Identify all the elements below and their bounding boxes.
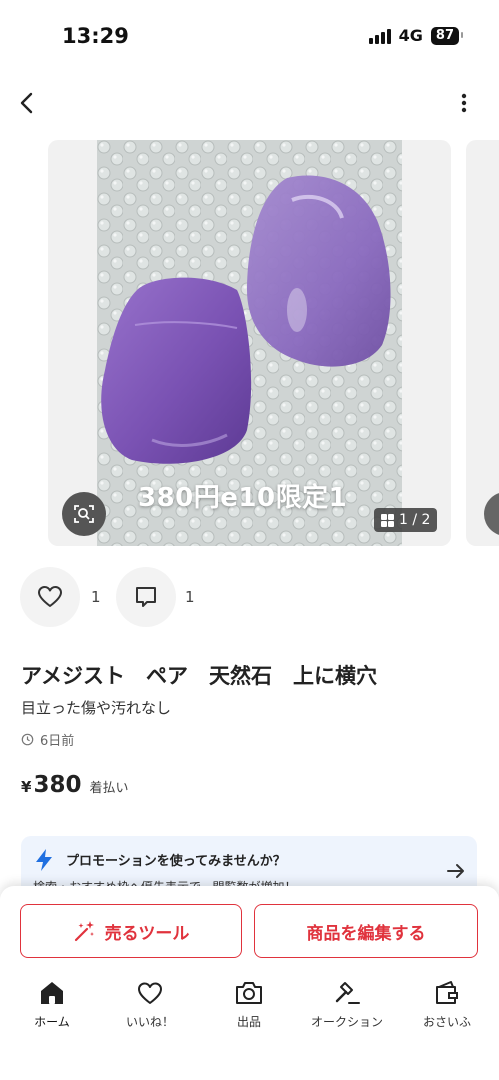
bottom-action-sheet: 売るツール 商品を編集する ホーム いいね！ 出品 オークション おさいふ (0, 886, 499, 1080)
tab-likes[interactable]: いいね！ (100, 980, 200, 1030)
tab-home-label: ホーム (34, 1015, 70, 1029)
grid-icon (381, 513, 394, 527)
tab-auction[interactable]: オークション (297, 980, 397, 1030)
promotion-title: プロモーションを使ってみませんか？ (66, 854, 286, 869)
lightning-icon (36, 849, 52, 871)
more-options-button[interactable] (449, 88, 479, 118)
photo-caption-text: 380円e10限定1 (138, 483, 348, 513)
camera-icon (236, 982, 262, 1004)
clock-icon (21, 733, 34, 746)
tab-wallet[interactable]: おさいふ (397, 980, 497, 1030)
edit-item-label: 商品を編集する (306, 923, 426, 944)
tab-sell-label: 出品 (236, 1015, 261, 1029)
heart-icon (138, 982, 162, 1004)
posted-time-text: 6日前 (40, 734, 75, 749)
edit-item-button[interactable]: 商品を編集する (254, 904, 478, 958)
tab-home[interactable]: ホーム (2, 980, 102, 1030)
tab-wallet-label: おさいふ (422, 1015, 471, 1029)
item-detail-screen: 13:29 4G 87 380円e10限定1 1 / 2 1 1 アメジスト ペ… (0, 0, 499, 1080)
arrow-right-icon (447, 864, 464, 878)
top-nav (0, 76, 499, 132)
back-button[interactable] (12, 88, 42, 118)
status-indicators: 4G 87 (368, 26, 464, 45)
network-type: 4G (398, 26, 423, 45)
status-time: 13:29 (62, 24, 129, 48)
tab-auction-label: オークション (310, 1015, 383, 1029)
posted-time: 6日前 (21, 730, 74, 749)
like-count: 1 (91, 588, 101, 606)
gavel-icon (335, 982, 360, 1004)
tab-sell[interactable]: 出品 (199, 980, 299, 1030)
magic-wand-icon (74, 921, 94, 942)
comment-icon (136, 587, 156, 607)
image-search-button[interactable] (62, 492, 106, 536)
tab-likes-label: いいね！ (125, 1015, 174, 1029)
image-counter-text: 1 / 2 (399, 512, 431, 528)
signal-icon (368, 28, 391, 44)
wallet-icon (436, 981, 458, 1004)
home-icon (41, 982, 63, 1004)
comment-button[interactable] (116, 567, 176, 627)
sell-tool-button[interactable]: 売るツール (20, 904, 242, 958)
next-image-peek[interactable] (466, 140, 499, 546)
price-currency: ¥ (21, 778, 32, 796)
status-bar: 13:29 4G 87 (0, 0, 499, 76)
chevron-left-icon (20, 92, 33, 114)
comment-count: 1 (185, 588, 195, 606)
more-vertical-icon (461, 93, 467, 113)
sell-tool-label: 売るツール (104, 923, 190, 944)
item-title: アメジスト ペア 天然石 上に横穴 (21, 664, 377, 688)
item-price: ¥ 380 着払い (21, 772, 128, 798)
heart-icon (38, 586, 62, 607)
price-value: 380 (33, 772, 82, 798)
image-counter: 1 / 2 (374, 508, 438, 532)
item-condition: 目立った傷や汚れなし (21, 699, 172, 717)
battery-icon: 87 (430, 26, 464, 45)
image-search-icon (74, 505, 94, 523)
bottom-tab-bar: ホーム いいね！ 出品 オークション おさいふ (0, 980, 499, 1040)
like-button[interactable] (20, 567, 80, 627)
shipping-terms: 着払い (89, 781, 129, 796)
